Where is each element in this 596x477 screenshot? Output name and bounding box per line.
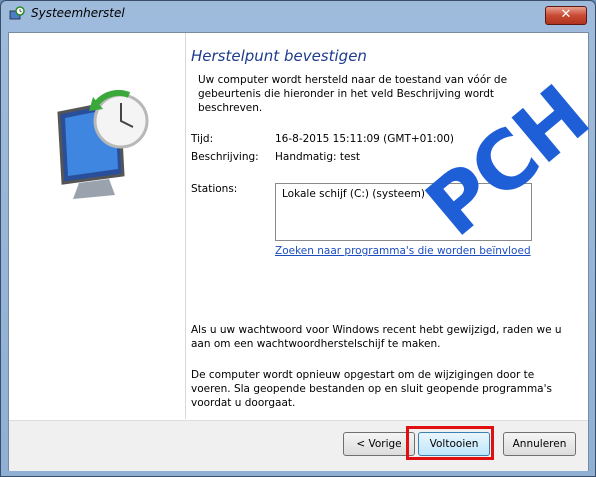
affected-programs-link[interactable]: Zoeken naar programma's die worden beïnv… — [275, 245, 531, 257]
close-icon: ✕ — [560, 7, 572, 22]
description-label: Beschrijving: — [191, 151, 259, 163]
finish-highlight-box — [406, 426, 494, 460]
page-title: Herstelpunt bevestigen — [191, 47, 367, 65]
time-label: Tijd: — [191, 133, 214, 145]
time-value: 16-8-2015 15:11:09 (GMT+01:00) — [275, 133, 455, 145]
stations-label: Stations: — [191, 183, 238, 195]
pane-divider — [185, 33, 186, 419]
close-button[interactable]: ✕ — [545, 6, 587, 25]
left-illustration-pane — [9, 33, 181, 419]
system-restore-icon — [9, 6, 25, 20]
restore-monitor-clock-icon — [57, 90, 149, 199]
button-bar: < Vorige Voltooien Annuleren — [9, 420, 588, 471]
password-note: Als u uw wachtwoord voor Windows recent … — [191, 324, 562, 350]
restart-note: De computer wordt opnieuw opgestart om d… — [191, 369, 552, 409]
cancel-button[interactable]: Annuleren — [503, 432, 576, 456]
title-bar[interactable]: Systeemherstel ✕ — [1, 1, 595, 27]
system-restore-window: Systeemherstel ✕ Herstelpunt bevestigen … — [0, 0, 596, 477]
list-item[interactable]: Lokale schijf (C:) (systeem) — [282, 188, 425, 200]
window-title: Systeemherstel — [31, 6, 125, 20]
description-value: Handmatig: test — [275, 151, 361, 163]
previous-button[interactable]: < Vorige — [343, 432, 415, 456]
wizard-content: Herstelpunt bevestigen Uw computer wordt… — [8, 32, 596, 471]
